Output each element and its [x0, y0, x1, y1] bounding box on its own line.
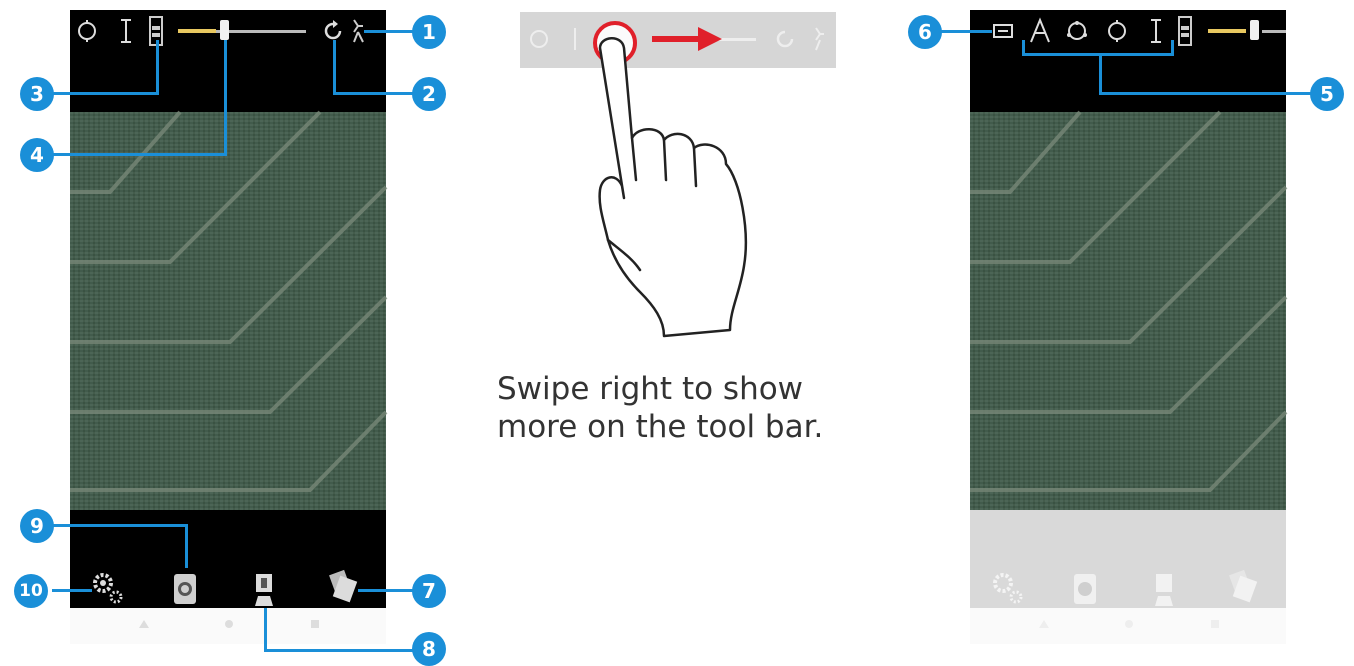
settings-gears-icon[interactable] [92, 572, 126, 606]
settings-gears-icon[interactable] [992, 572, 1026, 606]
battery-meter-icon[interactable] [1178, 16, 1192, 46]
callout-line-8-h [264, 649, 414, 652]
brightness-slider-fill [178, 29, 216, 33]
capture-camera-icon[interactable] [1072, 572, 1098, 606]
callout-line-6 [940, 30, 992, 33]
callout-line-2-v [333, 40, 336, 94]
right-phone-top-bar [970, 10, 1286, 112]
right-brightness-slider-track[interactable] [1262, 30, 1286, 33]
back-icon[interactable] [1038, 618, 1050, 630]
circle-3pt-icon[interactable] [1066, 20, 1088, 42]
callout-1: 1 [412, 15, 446, 49]
right-brightness-slider-thumb[interactable] [1250, 20, 1259, 40]
callout-10: 10 [14, 574, 48, 608]
caption-line-1: Swipe right to show [497, 371, 804, 407]
preview-rotate-icon [776, 30, 794, 48]
preview-circle-icon [530, 30, 548, 48]
preview-walk-icon [815, 27, 824, 51]
callout-line-5-bracket-right [1171, 40, 1174, 55]
home-icon[interactable] [1123, 618, 1135, 630]
callout-7: 7 [412, 574, 446, 608]
brightness-slider-thumb[interactable] [220, 20, 229, 40]
swipe-caption: Swipe right to show more on the tool bar… [497, 370, 917, 446]
display-mode-icon[interactable] [992, 22, 1016, 40]
callout-8: 8 [412, 632, 446, 666]
callout-line-5-v [1099, 53, 1102, 94]
callout-line-3-h [52, 92, 159, 95]
callout-line-7 [358, 589, 414, 592]
right-pcb-traces [970, 110, 1288, 492]
recents-icon[interactable] [1209, 618, 1221, 630]
callout-line-5-bracket-top [1022, 53, 1174, 56]
pointing-hand-icon [598, 37, 748, 338]
callout-line-10 [52, 589, 92, 592]
callout-2: 2 [412, 77, 446, 111]
capture-camera-icon[interactable] [172, 572, 198, 606]
circle-icon[interactable] [1106, 20, 1128, 42]
callout-line-9-v [185, 524, 188, 568]
record-video-icon[interactable] [1153, 572, 1175, 606]
text-annotation-icon[interactable] [1028, 17, 1052, 44]
callout-line-5-h [1099, 92, 1315, 95]
callout-6: 6 [908, 15, 942, 49]
callout-4: 4 [20, 138, 54, 172]
length-icon[interactable] [1148, 18, 1164, 44]
callout-5: 5 [1310, 77, 1344, 111]
gallery-icon[interactable] [1228, 569, 1258, 603]
callout-line-1 [364, 30, 414, 33]
rotate-icon[interactable] [322, 20, 344, 42]
gallery-icon[interactable] [328, 569, 358, 603]
recents-icon[interactable] [309, 618, 321, 630]
callout-9: 9 [20, 509, 54, 543]
left-pcb-traces [70, 110, 388, 492]
back-icon[interactable] [138, 618, 150, 630]
callout-line-3-v [156, 40, 159, 94]
callout-line-8-v [264, 608, 267, 652]
callout-line-9-h [52, 524, 188, 527]
callout-line-2-h [333, 92, 415, 95]
callout-line-4-h [52, 153, 227, 156]
record-video-icon[interactable] [253, 572, 275, 606]
length-measure-icon[interactable] [118, 18, 134, 44]
right-brightness-slider-fill[interactable] [1208, 29, 1246, 33]
callout-3: 3 [20, 77, 54, 111]
callout-line-4-v [224, 40, 227, 155]
caption-line-2: more on the tool bar. [497, 409, 824, 445]
home-icon[interactable] [223, 618, 235, 630]
circle-measure-icon[interactable] [76, 20, 98, 42]
